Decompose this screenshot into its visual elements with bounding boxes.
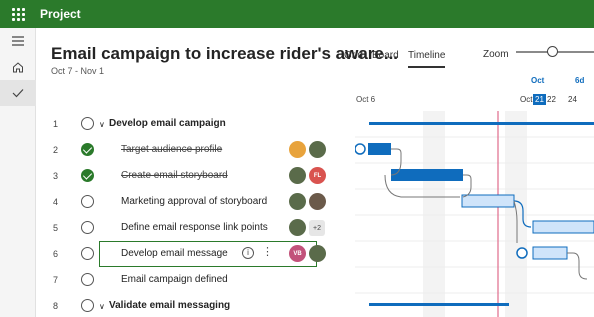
task-grid: 1 ∨ Develop email campaign 2 Target audi… — [37, 111, 355, 317]
weekend-shade — [505, 111, 527, 317]
more-options-icon[interactable]: ⋮ — [262, 246, 273, 258]
timeline-day-prefix: Oct — [520, 95, 533, 104]
table-row[interactable]: 5 Define email response link points +2 — [37, 215, 355, 241]
row-number: 3 — [53, 171, 59, 181]
timeline-today-day: 21 — [533, 94, 546, 105]
task-name[interactable]: Target audience profile — [121, 144, 222, 155]
task-complete-toggle[interactable] — [81, 221, 94, 234]
table-row[interactable]: 7 Email campaign defined — [37, 267, 355, 293]
timeline-gantt — [355, 111, 594, 317]
row-number: 7 — [53, 275, 59, 285]
info-icon[interactable]: i — [242, 247, 254, 259]
avatar[interactable]: VB — [289, 245, 306, 262]
row-number: 1 — [53, 119, 59, 129]
app-launcher-icon[interactable] — [0, 0, 36, 28]
zoom-slider-thumb[interactable] — [547, 46, 558, 57]
task-name[interactable]: Validate email messaging — [109, 300, 230, 311]
avatar[interactable] — [309, 141, 326, 158]
avatar[interactable]: FL — [309, 167, 326, 184]
timeline-day: 22 — [547, 95, 556, 104]
row-number: 6 — [53, 249, 59, 259]
task-complete-toggle[interactable] — [81, 117, 94, 130]
plan-dates: Oct 7 - Nov 1 — [51, 66, 105, 76]
row-number: 8 — [53, 301, 59, 311]
task-complete-toggle[interactable] — [81, 195, 94, 208]
timeline-month-oct: Oct — [531, 76, 545, 85]
avatar[interactable] — [289, 219, 306, 236]
summary-bar[interactable] — [369, 303, 509, 306]
task-bar[interactable] — [532, 246, 568, 260]
milestone-marker[interactable] — [355, 143, 366, 155]
task-complete-toggle[interactable] — [81, 169, 94, 182]
plan-header: Email campaign to increase rider's aware… — [37, 28, 594, 108]
dependency-link — [567, 252, 588, 280]
chevron-down-icon[interactable]: ∨ — [99, 120, 105, 129]
task-name[interactable]: Marketing approval of storyboard — [121, 196, 267, 207]
row-number: 4 — [53, 197, 59, 207]
table-row[interactable]: 3 Create email storyboard FL — [37, 163, 355, 189]
table-row[interactable]: 6 Develop email message i ⋮ VB — [37, 241, 355, 267]
task-name[interactable]: Define email response link points — [121, 222, 268, 233]
task-complete-toggle[interactable] — [81, 247, 94, 260]
dependency-link — [462, 174, 472, 198]
left-rail — [0, 28, 36, 317]
tab-board[interactable]: Board — [372, 50, 399, 61]
home-icon[interactable] — [0, 54, 36, 80]
summary-bar[interactable] — [369, 122, 594, 125]
task-name[interactable]: Develop email campaign — [109, 118, 226, 129]
my-tasks-check-icon[interactable] — [0, 80, 36, 106]
task-name[interactable]: Develop email message — [121, 248, 228, 259]
task-name[interactable]: Create email storyboard — [121, 170, 228, 181]
zoom-label: Zoom — [483, 49, 509, 60]
timeline-day: 24 — [568, 95, 577, 104]
avatar[interactable] — [309, 193, 326, 210]
gantt-canvas — [355, 111, 594, 317]
task-bar[interactable] — [368, 143, 391, 155]
app-header: Project — [0, 0, 594, 28]
chevron-down-icon[interactable]: ∨ — [99, 302, 105, 311]
table-row[interactable]: 8 ∨ Validate email messaging — [37, 293, 355, 317]
task-complete-toggle[interactable] — [81, 143, 94, 156]
weekend-shade — [423, 111, 445, 317]
row-number: 5 — [53, 223, 59, 233]
avatar[interactable] — [289, 167, 306, 184]
tab-timeline[interactable]: Timeline — [408, 50, 446, 68]
row-number: 2 — [53, 145, 59, 155]
table-row[interactable]: 4 Marketing approval of storyboard — [37, 189, 355, 215]
hamburger-menu-icon[interactable] — [0, 28, 36, 54]
task-complete-toggle[interactable] — [81, 273, 94, 286]
avatar[interactable] — [289, 141, 306, 158]
tab-grid[interactable]: Grid — [344, 50, 363, 61]
avatar[interactable] — [309, 245, 326, 262]
task-complete-toggle[interactable] — [81, 299, 94, 312]
task-bar[interactable] — [461, 194, 515, 208]
task-name[interactable]: Email campaign defined — [121, 274, 228, 285]
timeline-range-label: Oct 6 — [356, 95, 376, 104]
app-title[interactable]: Project — [40, 7, 81, 21]
avatar[interactable] — [289, 193, 306, 210]
milestone-marker[interactable] — [516, 247, 528, 259]
timeline-week-6d: 6d — [575, 76, 585, 85]
task-bar[interactable] — [532, 220, 594, 234]
table-row[interactable]: 2 Target audience profile — [37, 137, 355, 163]
table-row[interactable]: 1 ∨ Develop email campaign — [37, 111, 355, 137]
more-assignees-badge[interactable]: +2 — [309, 220, 325, 236]
task-bar[interactable] — [391, 169, 463, 181]
